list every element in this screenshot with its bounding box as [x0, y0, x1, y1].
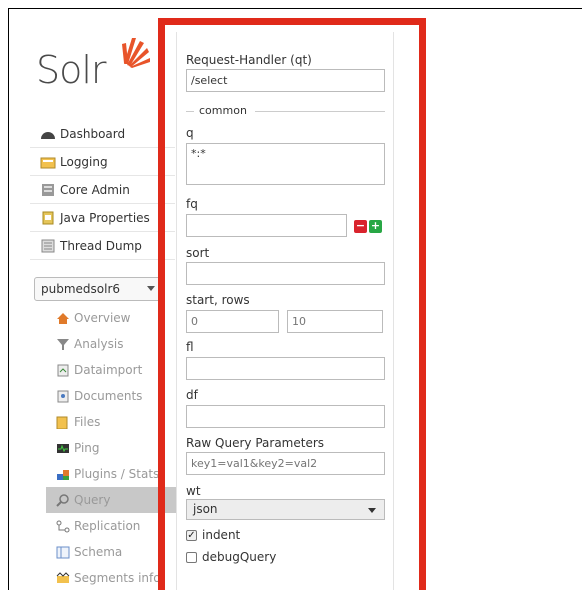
core-nav-overview[interactable]: Overview	[46, 305, 176, 331]
core-nav: Overview Analysis Dataimport Documents F…	[46, 305, 176, 590]
core-nav-segments-info[interactable]: Segments info	[46, 565, 176, 590]
replication-icon	[56, 520, 70, 533]
filter-icon	[56, 338, 70, 351]
home-icon	[56, 312, 70, 325]
dashboard-icon	[40, 127, 56, 141]
nav-item-core-admin[interactable]: Core Admin	[30, 176, 175, 204]
core-nav-replication[interactable]: Replication	[46, 513, 176, 539]
debug-query-checkbox[interactable]	[186, 552, 197, 563]
handler-label: Request-Handler (qt)	[186, 53, 312, 67]
core-selector[interactable]: pubmedsolr6	[34, 277, 162, 301]
add-fq-button[interactable]: +	[369, 220, 382, 233]
core-nav-analysis[interactable]: Analysis	[46, 331, 176, 357]
plugins-icon	[56, 468, 70, 481]
core-nav-label: Documents	[74, 389, 143, 403]
legend-divider-left	[186, 111, 194, 112]
core-nav-label: Schema	[74, 545, 123, 559]
nav-item-dashboard[interactable]: Dashboard	[30, 120, 175, 148]
indent-checkbox[interactable]: ✓	[186, 530, 197, 541]
wt-select[interactable]: json	[186, 499, 385, 520]
core-nav-query[interactable]: Query	[46, 487, 176, 513]
core-nav-label: Ping	[74, 441, 100, 455]
common-legend: common	[199, 104, 247, 117]
nav-item-label: Thread Dump	[60, 238, 142, 253]
start-rows-label: start, rows	[186, 293, 250, 307]
core-nav-schema[interactable]: Schema	[46, 539, 176, 565]
debug-query-label: debugQuery	[202, 550, 277, 564]
core-nav-dataimport[interactable]: Dataimport	[46, 357, 176, 383]
solr-logo-text: Solr	[36, 48, 107, 92]
thread-dump-icon	[40, 239, 56, 253]
segments-icon	[56, 571, 70, 585]
fl-input[interactable]	[186, 357, 385, 380]
fq-input[interactable]	[186, 214, 347, 237]
dropdown-arrow-icon	[368, 508, 376, 513]
schema-icon	[56, 546, 70, 559]
java-icon	[40, 211, 56, 225]
nav-item-label: Dashboard	[60, 126, 126, 141]
core-nav-label: Plugins / Stats	[74, 467, 160, 481]
q-label: q	[186, 126, 194, 140]
wt-select-value: json	[193, 502, 218, 516]
core-selector-value: pubmedsolr6	[41, 282, 121, 296]
rows-input[interactable]	[287, 310, 383, 333]
solr-logo-icon	[122, 38, 150, 68]
folder-icon	[56, 416, 70, 429]
logging-icon	[40, 155, 56, 169]
nav-item-label: Logging	[60, 154, 108, 169]
request-handler-input[interactable]	[186, 69, 385, 92]
df-input[interactable]	[186, 405, 385, 428]
core-nav-label: Segments info	[74, 571, 161, 585]
fq-label: fq	[186, 197, 198, 211]
dataimport-icon	[56, 364, 70, 377]
raw-params-input[interactable]	[186, 452, 385, 475]
core-nav-ping[interactable]: Ping	[46, 435, 176, 461]
wt-label: wt	[186, 484, 201, 498]
core-nav-files[interactable]: Files	[46, 409, 176, 435]
core-nav-label: Files	[74, 415, 101, 429]
chevron-down-icon	[147, 286, 155, 291]
documents-icon	[56, 390, 70, 403]
sort-label: sort	[186, 246, 210, 260]
core-nav-plugins-stats[interactable]: Plugins / Stats	[46, 461, 176, 487]
nav-item-label: Core Admin	[60, 182, 130, 197]
nav-item-java-properties[interactable]: Java Properties	[30, 204, 175, 232]
nav-item-label: Java Properties	[60, 210, 150, 225]
df-label: df	[186, 388, 198, 402]
query-icon	[56, 493, 70, 507]
raw-params-label: Raw Query Parameters	[186, 436, 325, 450]
main-nav: Dashboard Logging Core Admin Java Proper…	[30, 120, 175, 260]
remove-fq-button[interactable]: −	[354, 220, 367, 233]
core-nav-label: Query	[74, 493, 111, 507]
fl-label: fl	[186, 340, 194, 354]
core-nav-label: Dataimport	[74, 363, 143, 377]
q-textarea[interactable]: *:*	[186, 143, 385, 185]
core-nav-label: Replication	[74, 519, 141, 533]
ping-icon	[56, 442, 70, 455]
core-admin-icon	[40, 183, 56, 197]
core-nav-label: Overview	[74, 311, 131, 325]
nav-item-thread-dump[interactable]: Thread Dump	[30, 232, 175, 260]
sort-input[interactable]	[186, 262, 385, 285]
legend-divider-right	[255, 111, 385, 112]
core-nav-documents[interactable]: Documents	[46, 383, 176, 409]
nav-item-logging[interactable]: Logging	[30, 148, 175, 176]
core-nav-label: Analysis	[74, 337, 124, 351]
indent-label: indent	[202, 528, 241, 542]
start-input[interactable]	[186, 310, 279, 333]
